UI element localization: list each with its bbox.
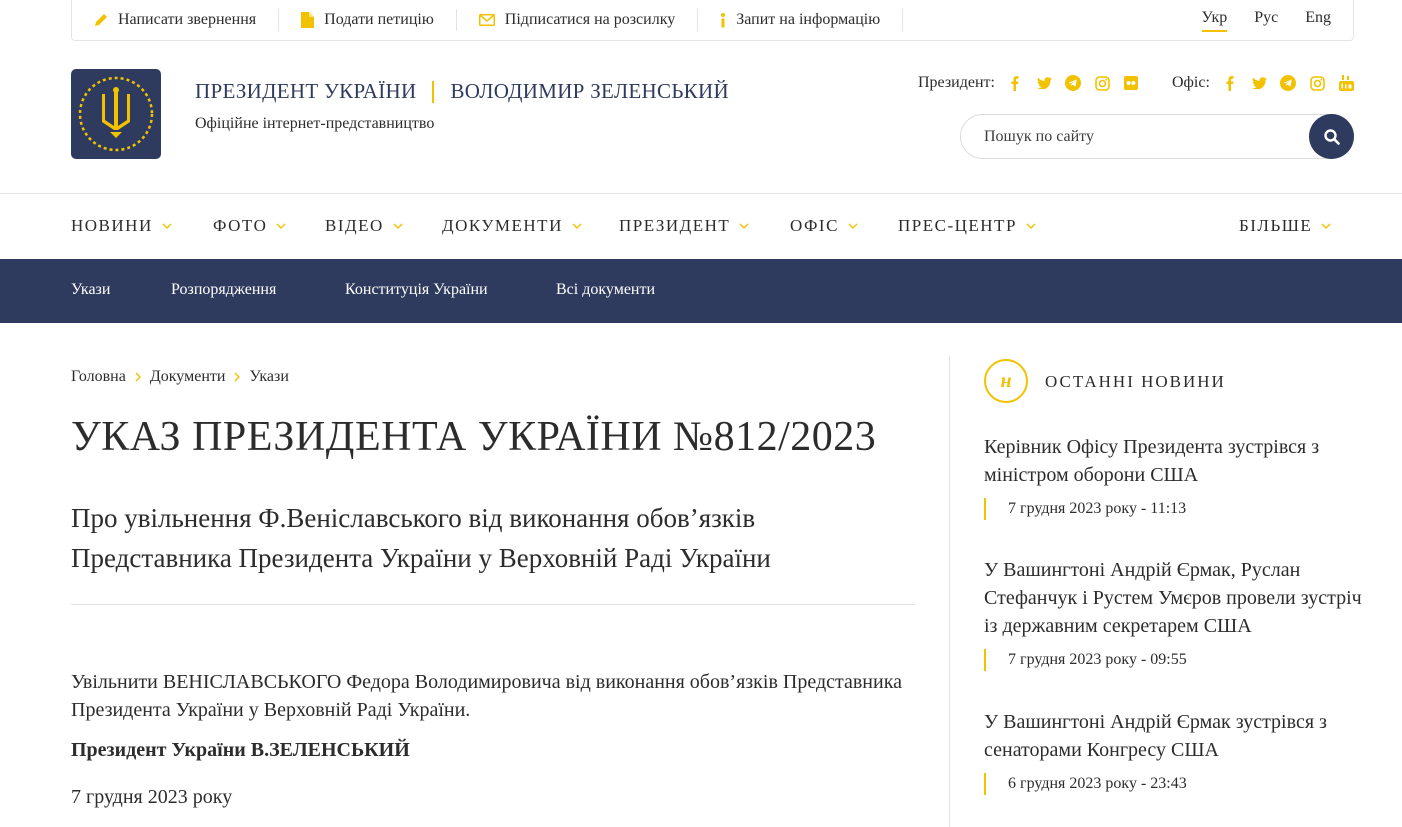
breadcrumb: Головна Документи Укази xyxy=(71,368,289,386)
title-separator xyxy=(432,80,435,103)
document-subtitle: Про увільнення Ф.Веніславського від вико… xyxy=(71,503,771,573)
documents-subnavigation: Укази Розпорядження Конституція України … xyxy=(0,259,1402,323)
chevron-down-icon xyxy=(848,223,858,229)
document-icon xyxy=(301,12,315,28)
site-search xyxy=(960,114,1354,159)
subnav-constitution[interactable]: Конституція України xyxy=(345,281,488,299)
nav-office[interactable]: ОФІС xyxy=(790,216,858,236)
info-request-label: Запит на інформацію xyxy=(736,11,881,28)
top-utility-bar: Написати звернення Подати петицію Підпис… xyxy=(71,0,1354,41)
breadcrumb-documents[interactable]: Документи xyxy=(150,368,226,386)
nav-more-label: БІЛЬШЕ xyxy=(1239,216,1313,235)
chevron-down-icon xyxy=(1321,223,1331,229)
nav-photo-label: ФОТО xyxy=(213,216,268,235)
news-item-title[interactable]: Керівник Офісу Президента зустрівся з мі… xyxy=(984,433,1364,489)
sidebar-divider xyxy=(949,356,950,827)
language-switcher: Укр Рус Eng xyxy=(1201,9,1353,32)
telegram-icon[interactable] xyxy=(1280,75,1297,91)
nav-photo[interactable]: ФОТО xyxy=(213,216,286,236)
envelope-icon xyxy=(478,14,495,26)
nav-video[interactable]: ВІДЕО xyxy=(325,216,403,236)
subscribe-label: Підписатися на розсилку xyxy=(504,11,676,28)
news-item[interactable]: У Вашингтоні Андрій Єрмак зустрівся з се… xyxy=(984,708,1364,795)
pencil-icon xyxy=(95,14,107,26)
page-title: УКАЗ ПРЕЗИДЕНТА УКРАЇНИ №812/2023 xyxy=(71,414,877,460)
subnav-decrees[interactable]: Укази xyxy=(71,281,110,299)
flickr-icon[interactable] xyxy=(1123,75,1139,91)
nav-president-label: ПРЕЗИДЕНТ xyxy=(619,216,731,235)
chevron-down-icon xyxy=(276,223,286,229)
breadcrumb-decrees[interactable]: Укази xyxy=(249,368,288,386)
main-navigation: НОВИНИ ФОТО ВІДЕО ДОКУМЕНТИ ПРЕЗИДЕНТ ОФ… xyxy=(0,194,1402,259)
site-title-president: ПРЕЗИДЕНТ УКРАЇНИ xyxy=(195,79,417,103)
news-item-title[interactable]: У Вашингтоні Андрій Єрмак зустрівся з се… xyxy=(984,708,1364,764)
facebook-icon[interactable] xyxy=(1222,75,1238,91)
chevron-down-icon xyxy=(393,223,403,229)
chevron-down-icon xyxy=(162,223,172,229)
search-icon xyxy=(1323,128,1340,145)
office-socials: Офіс: xyxy=(1172,74,1361,92)
news-item[interactable]: У Вашингтоні Андрій Єрмак, Руслан Стефан… xyxy=(984,556,1364,671)
instagram-icon[interactable] xyxy=(1309,75,1325,91)
site-subtitle: Офіційне інтернет-представництво xyxy=(195,115,435,132)
chevron-down-icon xyxy=(739,223,749,229)
coat-of-arms-logo[interactable] xyxy=(71,69,161,159)
twitter-icon[interactable] xyxy=(1036,75,1052,91)
info-request-link[interactable]: Запит на інформацію xyxy=(698,9,904,31)
nav-press-center[interactable]: ПРЕС-ЦЕНТР xyxy=(898,216,1036,236)
trident-icon xyxy=(78,76,154,152)
submit-petition-label: Подати петицію xyxy=(324,11,434,28)
content-divider xyxy=(71,604,915,605)
lang-ukr[interactable]: Укр xyxy=(1201,9,1228,32)
facebook-icon[interactable] xyxy=(1007,75,1023,91)
write-appeal-label: Написати звернення xyxy=(118,11,257,28)
nav-documents-label: ДОКУМЕНТИ xyxy=(442,216,563,235)
chevron-right-icon xyxy=(234,372,241,382)
president-socials-label: Президент: xyxy=(918,74,995,91)
chevron-down-icon xyxy=(572,223,582,229)
nav-documents[interactable]: ДОКУМЕНТИ xyxy=(442,216,582,236)
news-badge-icon: н xyxy=(984,359,1028,403)
nav-video-label: ВІДЕО xyxy=(325,216,384,235)
chevron-right-icon xyxy=(135,372,141,382)
news-item-date: 6 грудня 2023 року - 23:43 xyxy=(984,773,1364,795)
lang-rus[interactable]: Рус xyxy=(1254,9,1278,32)
search-button[interactable] xyxy=(1309,114,1354,159)
document-date: 7 грудня 2023 року xyxy=(71,786,233,808)
nav-press-center-label: ПРЕС-ЦЕНТР xyxy=(898,216,1017,235)
president-socials: Президент: xyxy=(918,74,1146,92)
submit-petition-link[interactable]: Подати петицію xyxy=(279,9,457,31)
search-input[interactable] xyxy=(984,127,1284,146)
news-item-date: 7 грудня 2023 року - 09:55 xyxy=(984,649,1364,671)
twitter-icon[interactable] xyxy=(1251,75,1267,91)
nav-more[interactable]: БІЛЬШЕ xyxy=(1239,216,1331,236)
info-icon xyxy=(721,12,726,27)
subnav-orders[interactable]: Розпорядження xyxy=(171,281,276,299)
write-appeal-link[interactable]: Написати звернення xyxy=(72,9,280,31)
subscribe-link[interactable]: Підписатися на розсилку xyxy=(457,9,699,31)
chevron-down-icon xyxy=(1026,223,1036,229)
nav-president[interactable]: ПРЕЗИДЕНТ xyxy=(619,216,749,236)
office-socials-label: Офіс: xyxy=(1172,74,1210,91)
latest-news-heading: ОСТАННІ НОВИНИ xyxy=(1045,372,1226,391)
site-title-name: ВОЛОДИМИР ЗЕЛЕНСЬКИЙ xyxy=(450,79,729,103)
instagram-icon[interactable] xyxy=(1094,75,1110,91)
lang-eng[interactable]: Eng xyxy=(1305,9,1331,32)
nav-news-label: НОВИНИ xyxy=(71,216,153,235)
document-body: Увільнити ВЕНІСЛАВСЬКОГО Федора Володими… xyxy=(71,671,903,721)
site-title[interactable]: ПРЕЗИДЕНТ УКРАЇНИ ВОЛОДИМИР ЗЕЛЕНСЬКИЙ xyxy=(195,79,729,104)
news-item[interactable]: Керівник Офісу Президента зустрівся з мі… xyxy=(984,433,1364,520)
document-signature: Президент України В.ЗЕЛЕНСЬКИЙ xyxy=(71,739,410,761)
youtube-icon[interactable] xyxy=(1338,75,1354,91)
telegram-icon[interactable] xyxy=(1065,75,1082,91)
news-item-title[interactable]: У Вашингтоні Андрій Єрмак, Руслан Стефан… xyxy=(984,556,1364,640)
nav-news[interactable]: НОВИНИ xyxy=(71,216,172,236)
breadcrumb-home[interactable]: Головна xyxy=(71,368,126,386)
subnav-all-documents[interactable]: Всі документи xyxy=(556,281,655,299)
news-item-date: 7 грудня 2023 року - 11:13 xyxy=(984,498,1364,520)
nav-office-label: ОФІС xyxy=(790,216,839,235)
